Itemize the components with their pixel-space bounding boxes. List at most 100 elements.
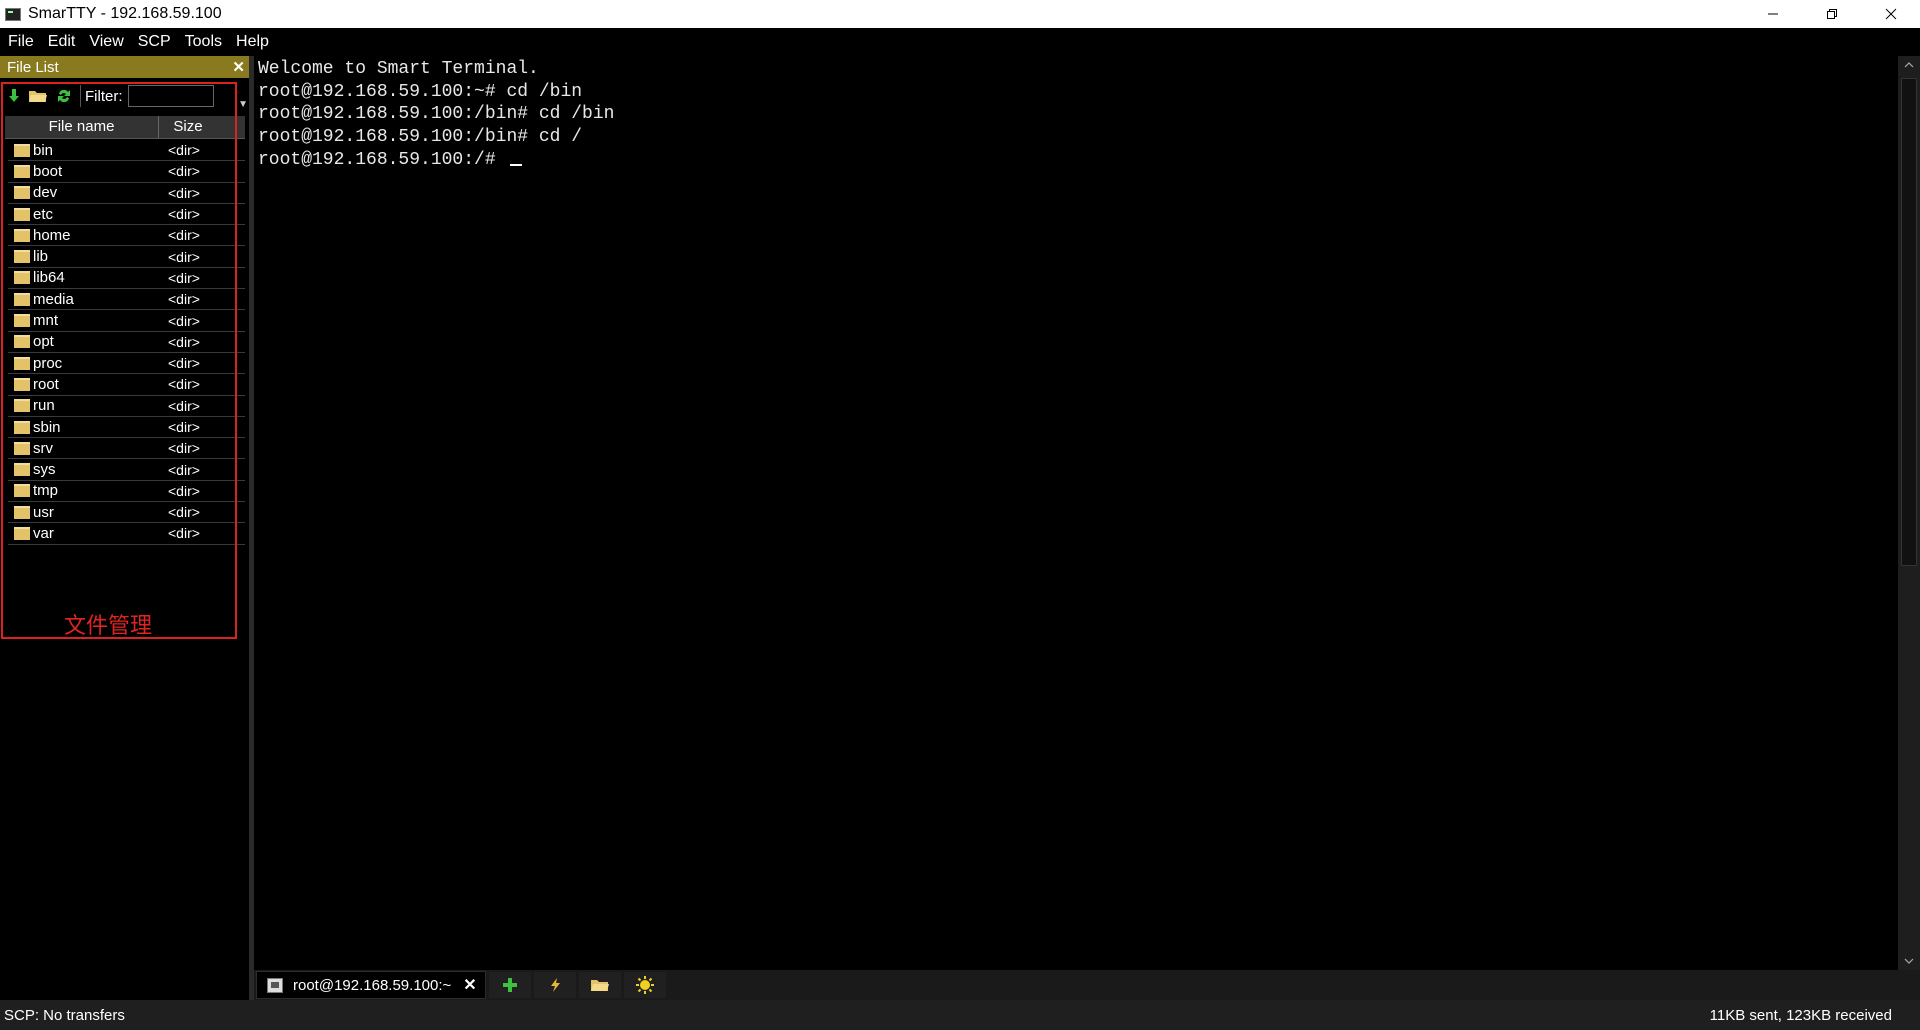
file-name: lib64	[33, 269, 65, 287]
download-icon[interactable]	[8, 88, 20, 104]
file-list-close-icon[interactable]: ✕	[232, 58, 245, 76]
folder-icon	[14, 228, 30, 242]
file-size: <dir>	[168, 461, 200, 478]
menu-view[interactable]: View	[83, 28, 129, 56]
refresh-icon[interactable]	[56, 88, 72, 104]
file-list-toolbar: Filter:	[0, 80, 249, 112]
quick-connect-button[interactable]	[533, 972, 576, 998]
restore-icon	[1826, 9, 1837, 19]
menu-edit[interactable]: Edit	[42, 28, 82, 56]
folder-open-icon	[590, 980, 609, 991]
column-file-name[interactable]: File name	[5, 116, 159, 138]
folder-icon	[14, 505, 30, 519]
file-name: srv	[33, 439, 53, 457]
toolbar-overflow-icon[interactable]: ▼	[238, 99, 248, 110]
file-list-title: File List	[7, 58, 59, 76]
minimize-button[interactable]	[1743, 0, 1802, 28]
file-name: boot	[33, 162, 63, 180]
table-row[interactable]: run <dir>	[8, 396, 245, 417]
file-name: proc	[33, 354, 63, 372]
file-name: mnt	[33, 312, 59, 330]
restore-button[interactable]	[1802, 0, 1861, 28]
open-folder-icon[interactable]	[28, 88, 48, 104]
window-controls	[1743, 0, 1920, 28]
scroll-thumb[interactable]	[1901, 78, 1917, 566]
folder-icon	[14, 526, 30, 540]
file-size: <dir>	[168, 291, 200, 308]
file-name: lib	[33, 248, 49, 266]
file-name: home	[33, 226, 71, 244]
table-row[interactable]: lib64 <dir>	[8, 268, 245, 290]
tab-close-icon[interactable]: ✕	[463, 975, 476, 995]
scroll-down-icon[interactable]	[1898, 952, 1920, 970]
settings-button[interactable]	[623, 972, 666, 998]
file-name: opt	[33, 333, 54, 351]
table-row[interactable]: root <dir>	[8, 374, 245, 396]
folder-icon	[14, 441, 30, 455]
table-row[interactable]: bin <dir>	[8, 140, 245, 162]
folder-icon	[14, 250, 30, 264]
new-session-button[interactable]	[488, 972, 531, 998]
table-row[interactable]: mnt <dir>	[8, 310, 245, 332]
folder-icon	[14, 143, 30, 157]
table-row[interactable]: usr <dir>	[8, 502, 245, 524]
session-tab[interactable]: root@192.168.59.100:~ ✕	[256, 971, 486, 999]
file-size: <dir>	[168, 163, 200, 180]
terminal-scrollbar[interactable]	[1898, 56, 1920, 970]
menu-help[interactable]: Help	[230, 28, 275, 56]
menu-tools[interactable]: Tools	[179, 28, 228, 56]
file-size: <dir>	[168, 206, 200, 223]
file-table-body: bin <dir> boot <dir> dev <dir> etc <dir> hom…	[8, 140, 245, 545]
table-row[interactable]: tmp <dir>	[8, 481, 245, 503]
file-size: <dir>	[168, 312, 200, 329]
file-size: <dir>	[168, 333, 200, 350]
file-size: <dir>	[168, 142, 200, 159]
folder-icon	[14, 186, 30, 200]
table-row[interactable]: media <dir>	[8, 289, 245, 311]
file-name: sbin	[33, 418, 61, 436]
folder-icon	[14, 463, 30, 477]
file-list-header: File List ✕	[0, 56, 249, 78]
file-size: <dir>	[168, 184, 200, 201]
annotation-label: 文件管理	[64, 613, 153, 638]
menu-scp[interactable]: SCP	[132, 28, 177, 56]
toolbar-separator	[80, 85, 81, 107]
folder-icon	[14, 484, 30, 498]
table-row[interactable]: sbin <dir>	[8, 417, 245, 439]
minimize-icon	[1767, 13, 1778, 15]
close-button[interactable]	[1861, 0, 1920, 28]
plus-icon	[502, 978, 517, 992]
menu-file[interactable]: File	[2, 28, 40, 56]
folder-icon	[14, 335, 30, 349]
terminal-output[interactable]: Welcome to Smart Terminal. root@192.168.…	[254, 56, 1898, 970]
scp-status: SCP: No transfers	[4, 1006, 125, 1024]
file-size: <dir>	[168, 525, 200, 542]
column-size[interactable]: Size	[159, 116, 217, 138]
table-row[interactable]: proc <dir>	[8, 353, 245, 375]
table-row[interactable]: lib <dir>	[8, 246, 245, 268]
table-row[interactable]: sys <dir>	[8, 459, 245, 481]
open-folder-button[interactable]	[578, 972, 621, 998]
table-row[interactable]: opt <dir>	[8, 332, 245, 353]
file-size: <dir>	[168, 269, 200, 286]
file-name: root	[33, 375, 59, 393]
session-tab-bar: root@192.168.59.100:~ ✕	[254, 970, 1920, 1000]
terminal-prompt: root@192.168.59.100:/#	[258, 149, 507, 170]
file-name: bin	[33, 141, 54, 159]
table-row[interactable]: etc <dir>	[8, 204, 245, 226]
file-table-header: File name Size	[5, 116, 245, 139]
table-row[interactable]: srv <dir>	[8, 438, 245, 460]
file-size: <dir>	[168, 227, 200, 244]
table-row[interactable]: boot <dir>	[8, 161, 245, 183]
window-title: SmarTTY - 192.168.59.100	[28, 5, 222, 22]
file-size: <dir>	[168, 482, 200, 499]
filter-input[interactable]	[127, 85, 214, 107]
file-name: sys	[33, 461, 56, 479]
table-row[interactable]: dev <dir>	[8, 183, 245, 204]
folder-icon	[14, 164, 30, 178]
table-row[interactable]: var <dir>	[8, 523, 245, 545]
scroll-up-icon[interactable]	[1898, 56, 1920, 74]
folder-icon	[14, 292, 30, 306]
table-row[interactable]: home <dir>	[8, 225, 245, 247]
terminal-line: Welcome to Smart Terminal.	[258, 59, 539, 79]
